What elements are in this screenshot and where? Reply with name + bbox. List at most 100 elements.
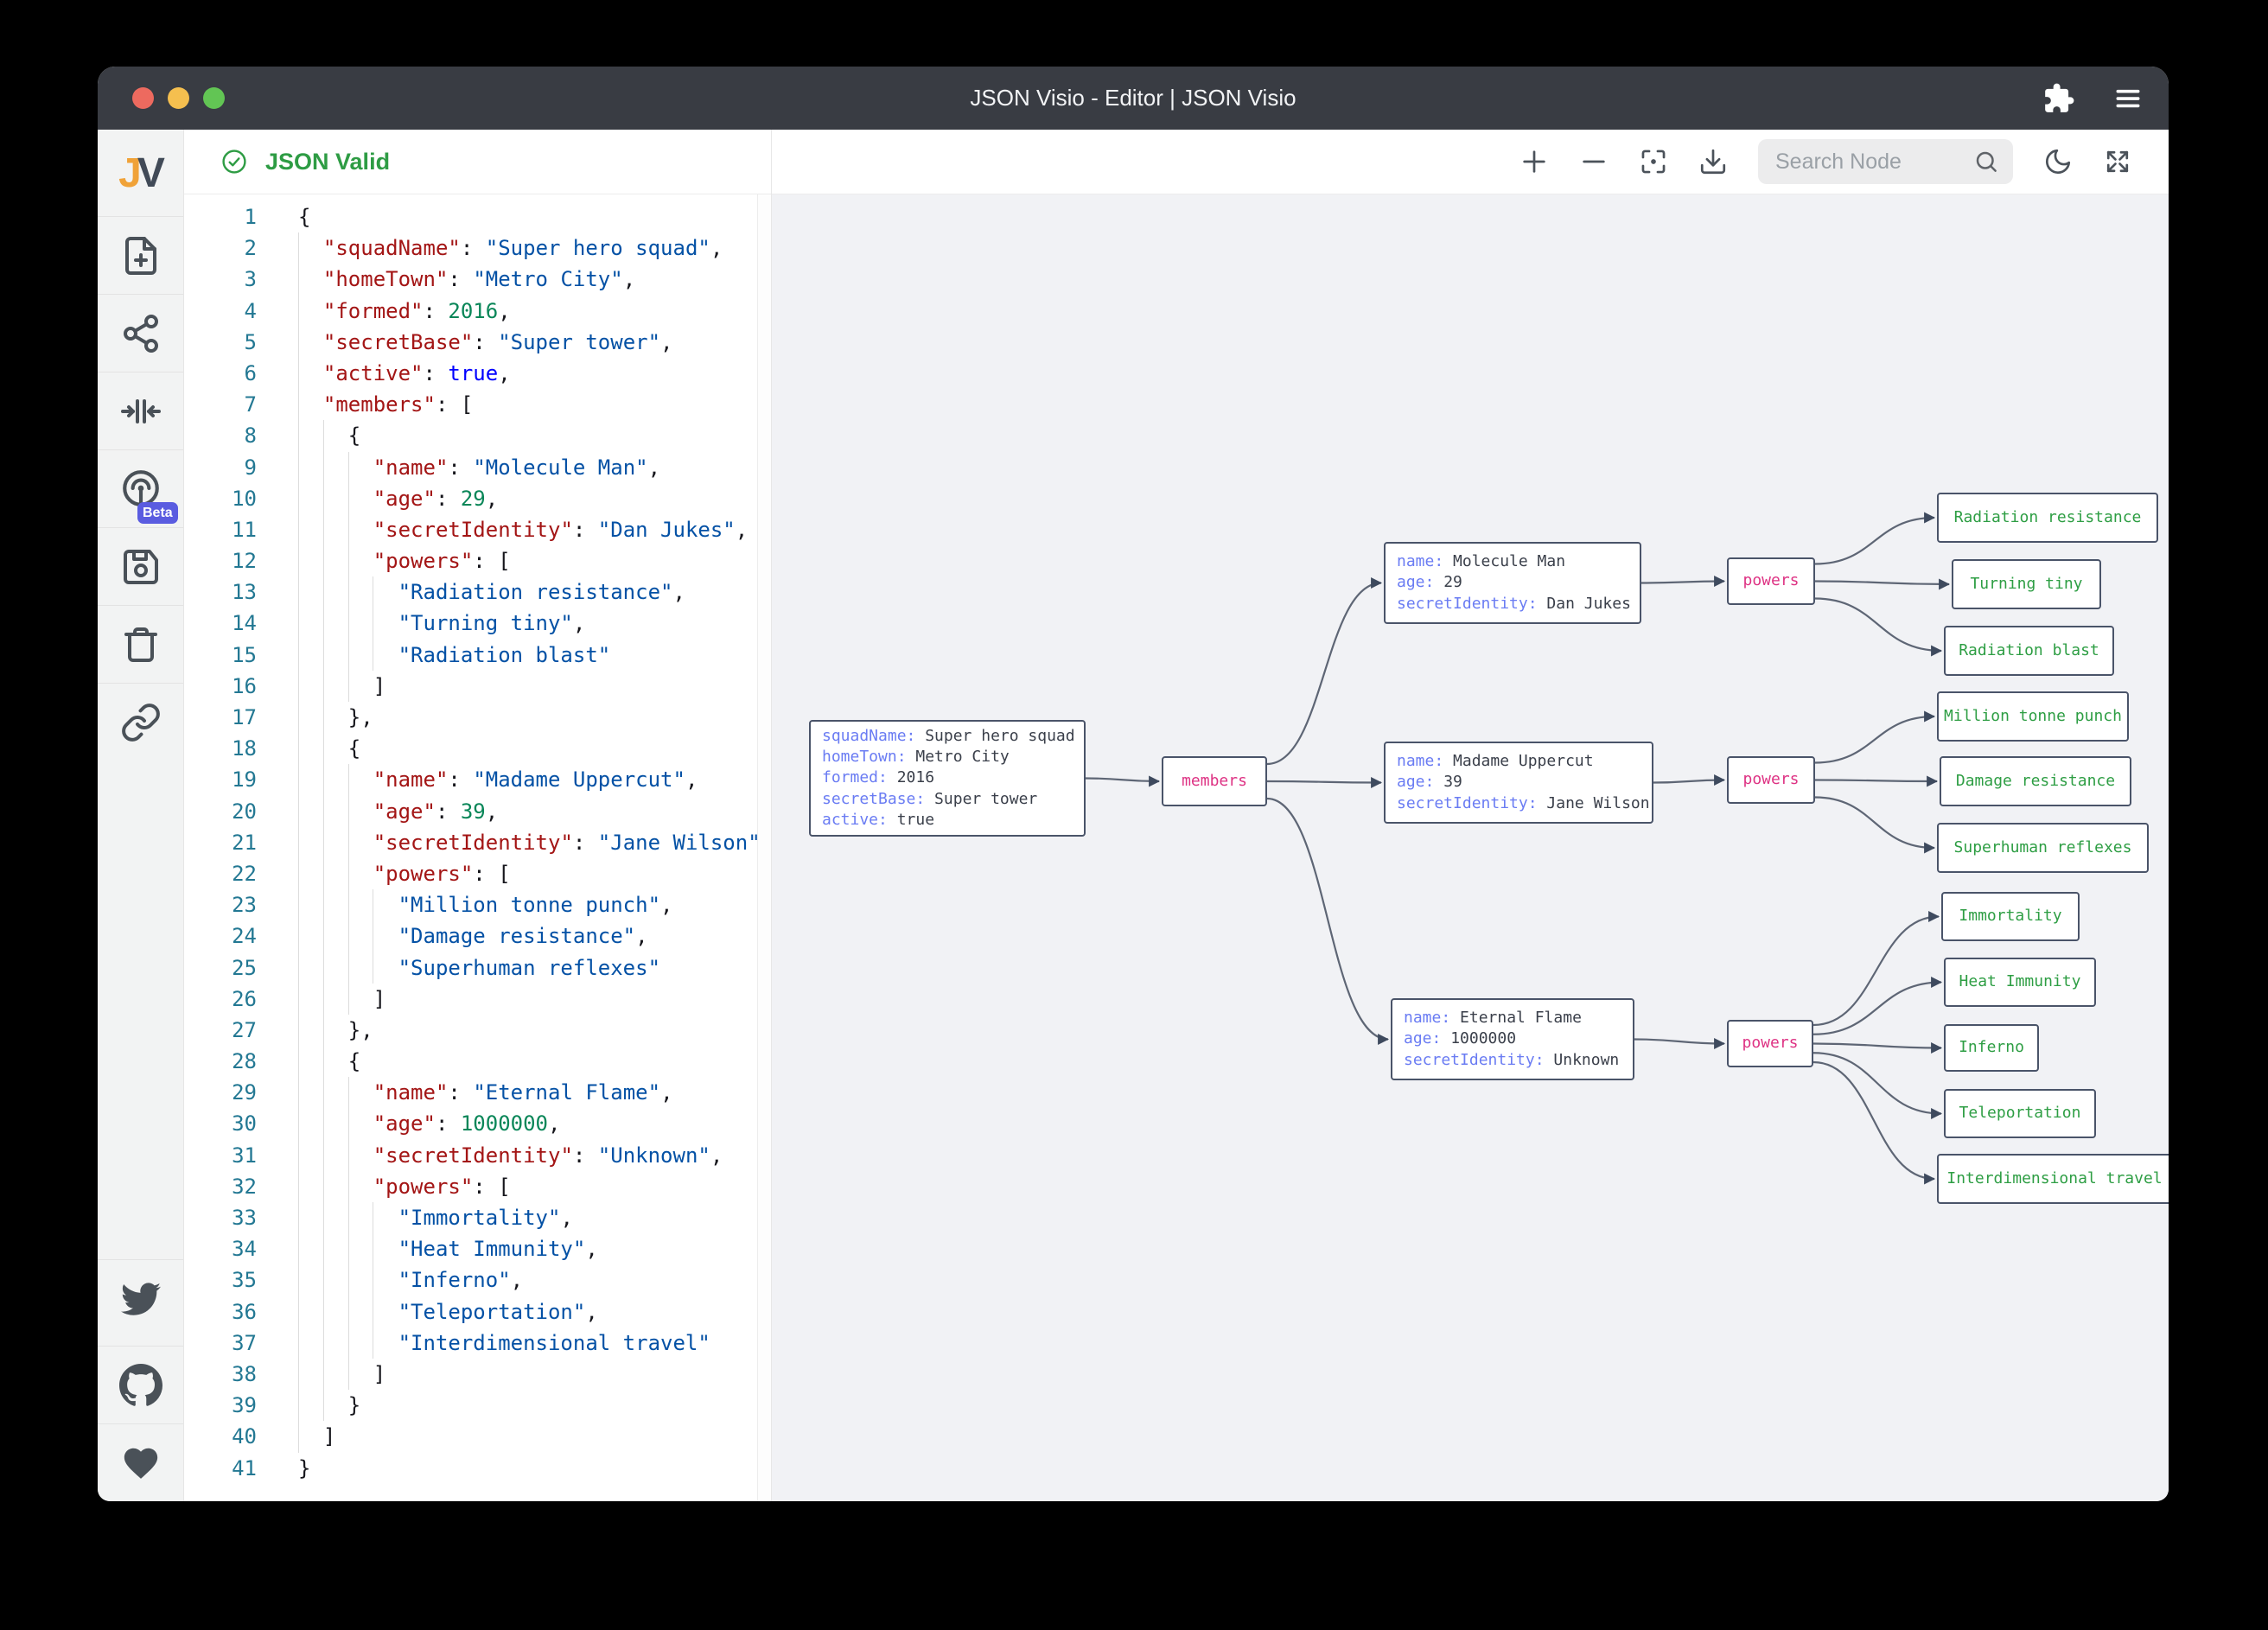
- editor-status-bar: JSON Valid: [184, 130, 771, 194]
- sidebar: JV: [98, 130, 184, 1501]
- line-number: 1: [184, 201, 258, 232]
- plus-icon: [1519, 147, 1549, 176]
- fit-content-button[interactable]: [98, 372, 183, 449]
- code-line: "Interdimensional travel": [298, 1328, 757, 1359]
- code-line: ]: [298, 1359, 757, 1390]
- graph-node-m2[interactable]: name: Madame Uppercutage: 39secretIdenti…: [1384, 742, 1653, 824]
- code-line: "secretBase": "Super tower",: [298, 327, 757, 358]
- node-label: Damage resistance: [1956, 771, 2115, 792]
- line-number: 13: [184, 576, 258, 608]
- code-line: "name": "Madame Uppercut",: [298, 764, 757, 795]
- graph-node-p1[interactable]: powers: [1727, 557, 1815, 605]
- code-line: "Damage resistance",: [298, 920, 757, 952]
- graph-node-l3a[interactable]: Immortality: [1941, 892, 2080, 941]
- share-button[interactable]: [98, 294, 183, 372]
- live-transform-button[interactable]: Beta: [98, 449, 183, 527]
- delete-button[interactable]: [98, 605, 183, 683]
- line-numbers: 1234567891011121314151617181920212223242…: [184, 201, 258, 1484]
- code-line: "secretIdentity": "Jane Wilson",: [298, 827, 757, 858]
- code-line: "Radiation resistance",: [298, 576, 757, 608]
- graph-node-l3e[interactable]: Interdimensional travel: [1937, 1154, 2169, 1204]
- code-line: "age": 29,: [298, 483, 757, 514]
- graph-node-p2[interactable]: powers: [1727, 756, 1815, 804]
- graph-node-l3b[interactable]: Heat Immunity: [1944, 958, 2096, 1007]
- graph-panel: squadName: Super hero squadhomeTown: Met…: [771, 130, 2169, 1501]
- extensions-button[interactable]: [2042, 82, 2075, 115]
- graph-node-m3[interactable]: name: Eternal Flameage: 1000000secretIde…: [1391, 998, 1634, 1080]
- search-node-input[interactable]: [1775, 150, 1973, 175]
- sponsor-link[interactable]: [98, 1423, 183, 1501]
- code-line: "Turning tiny",: [298, 608, 757, 639]
- link-icon: [120, 702, 162, 743]
- download-image-button[interactable]: [1698, 147, 1728, 176]
- line-number: 34: [184, 1233, 258, 1264]
- expand-icon: [2103, 147, 2132, 176]
- line-number: 21: [184, 827, 258, 858]
- node-label: Inferno: [1959, 1037, 2024, 1058]
- line-number: 37: [184, 1328, 258, 1359]
- graph-canvas[interactable]: squadName: Super hero squadhomeTown: Met…: [772, 194, 2169, 1501]
- twitter-icon: [121, 1279, 161, 1319]
- graph-node-l1b[interactable]: Turning tiny: [1952, 559, 2101, 609]
- graph-node-m1[interactable]: name: Molecule Manage: 29secretIdentity:…: [1384, 542, 1641, 624]
- center-view-button[interactable]: [1639, 147, 1668, 176]
- zoom-in-button[interactable]: [1519, 147, 1549, 176]
- share-link-button[interactable]: [98, 683, 183, 761]
- graph-node-l2c[interactable]: Superhuman reflexes: [1937, 823, 2149, 873]
- twitter-link[interactable]: [98, 1259, 183, 1337]
- graph-node-root[interactable]: squadName: Super hero squadhomeTown: Met…: [809, 720, 1086, 837]
- code-line: "powers": [: [298, 545, 757, 576]
- code-line: "squadName": "Super hero squad",: [298, 232, 757, 264]
- code-editor[interactable]: 1234567891011121314151617181920212223242…: [184, 194, 771, 1501]
- new-document-button[interactable]: [98, 216, 183, 294]
- menu-button[interactable]: [2112, 82, 2144, 115]
- line-number: 41: [184, 1453, 258, 1484]
- graph-node-l1a[interactable]: Radiation resistance: [1937, 493, 2158, 543]
- zoom-out-button[interactable]: [1579, 147, 1609, 176]
- line-number: 7: [184, 389, 258, 420]
- line-number: 5: [184, 327, 258, 358]
- graph-node-p3[interactable]: powers: [1727, 1020, 1813, 1067]
- save-icon: [120, 546, 162, 588]
- collapse-horizontal-icon: [120, 391, 162, 432]
- graph-node-l2b[interactable]: Damage resistance: [1940, 756, 2131, 806]
- window-title: JSON Visio - Editor | JSON Visio: [98, 67, 2169, 130]
- code-line: "name": "Eternal Flame",: [298, 1077, 757, 1108]
- line-number: 33: [184, 1202, 258, 1233]
- code-line: ]: [298, 671, 757, 702]
- code-line: "Teleportation",: [298, 1296, 757, 1328]
- line-number: 28: [184, 1046, 258, 1077]
- node-label: Radiation resistance: [1954, 507, 2142, 528]
- dark-mode-toggle[interactable]: [2043, 147, 2073, 176]
- code-line: }: [298, 1390, 757, 1421]
- graph-node-l3d[interactable]: Teleportation: [1944, 1089, 2096, 1138]
- line-number: 6: [184, 358, 258, 389]
- fullscreen-button[interactable]: [2103, 147, 2132, 176]
- json-valid-label: JSON Valid: [265, 149, 390, 175]
- graph-node-members[interactable]: members: [1162, 756, 1267, 806]
- github-link[interactable]: [98, 1346, 183, 1423]
- code-line: {: [298, 733, 757, 764]
- node-label: powers: [1742, 1033, 1798, 1054]
- line-number: 12: [184, 545, 258, 576]
- save-button[interactable]: [98, 527, 183, 605]
- beta-badge: Beta: [137, 502, 178, 524]
- app-logo[interactable]: JV: [98, 130, 183, 216]
- editor-scrollbar[interactable]: [757, 194, 771, 1501]
- code-line: "Inferno",: [298, 1264, 757, 1296]
- line-number: 14: [184, 608, 258, 639]
- minus-icon: [1579, 147, 1609, 176]
- line-number: 19: [184, 764, 258, 795]
- graph-node-l1c[interactable]: Radiation blast: [1944, 626, 2114, 676]
- code-line: }: [298, 1453, 757, 1484]
- line-number: 32: [184, 1171, 258, 1202]
- node-label: Million tonne punch: [1944, 706, 2122, 727]
- graph-node-l2a[interactable]: Million tonne punch: [1937, 691, 2129, 742]
- line-number: 30: [184, 1108, 258, 1139]
- node-label: Immortality: [1959, 906, 2061, 926]
- code-lines: { "squadName": "Super hero squad", "home…: [298, 201, 757, 1484]
- graph-node-l3c[interactable]: Inferno: [1944, 1024, 2039, 1072]
- line-number: 18: [184, 733, 258, 764]
- code-line: "Immortality",: [298, 1202, 757, 1233]
- code-line: "Heat Immunity",: [298, 1233, 757, 1264]
